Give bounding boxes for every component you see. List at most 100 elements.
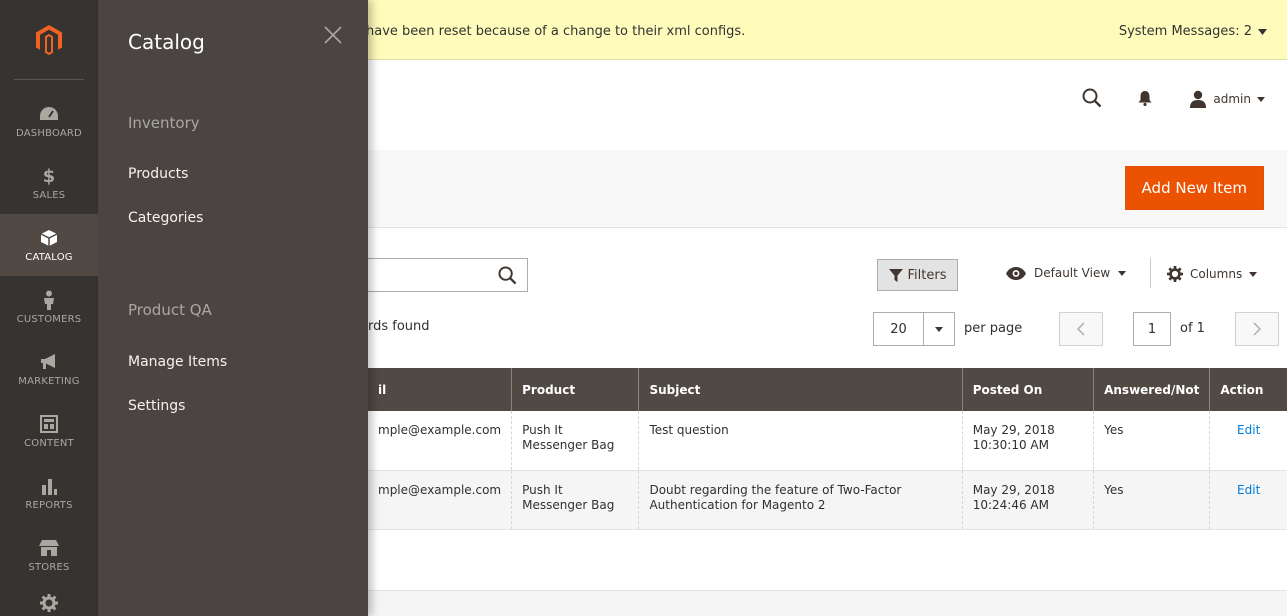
gear-icon	[1167, 266, 1183, 282]
magento-logo[interactable]	[14, 0, 84, 80]
column-header-answered[interactable]: Answered/Not	[1093, 368, 1211, 411]
nav-item-catalog[interactable]: CATALOG	[0, 214, 98, 276]
toolbar-divider	[1150, 258, 1151, 288]
page-actions-bar: Add New Item	[368, 150, 1287, 228]
next-page-button[interactable]	[1235, 312, 1279, 346]
flyout-title: Catalog	[128, 30, 205, 54]
layout-icon	[40, 413, 58, 435]
flyout-section-product-qa: Product QA	[128, 301, 212, 319]
megaphone-icon	[39, 351, 59, 373]
table-row[interactable]: mple@example.com Push It Messenger Bag D…	[368, 470, 1287, 530]
bar-chart-icon	[40, 475, 58, 497]
box-icon	[40, 227, 58, 249]
person-icon	[42, 289, 56, 311]
cell-action: Edit	[1209, 470, 1287, 530]
cell-action: Edit	[1209, 411, 1287, 471]
admin-username: admin	[1213, 92, 1251, 106]
search-icon[interactable]	[498, 266, 517, 289]
cell-subject: Test question	[638, 411, 963, 471]
column-header-email[interactable]: il	[368, 368, 513, 411]
column-header-posted-on[interactable]: Posted On	[962, 368, 1095, 411]
nav-item-marketing[interactable]: MARKETING	[0, 338, 98, 400]
nav-item-sales[interactable]: $ SALES	[0, 152, 98, 214]
column-header-subject[interactable]: Subject	[638, 368, 963, 411]
table-row[interactable]: mple@example.com Push It Messenger Bag T…	[368, 411, 1287, 471]
eye-icon	[1006, 266, 1026, 280]
filters-button[interactable]: Filters	[877, 259, 958, 291]
table-header-row: il Product Subject Posted On Answered/No…	[368, 368, 1287, 411]
global-search-icon[interactable]	[1082, 88, 1102, 112]
admin-user-menu[interactable]: admin	[1189, 90, 1265, 108]
filter-funnel-icon	[888, 268, 903, 282]
cell-answered: Yes	[1093, 411, 1211, 471]
chevron-right-icon	[1253, 322, 1261, 336]
cell-email: mple@example.com	[368, 411, 513, 471]
page-footer	[368, 590, 1287, 616]
gear-icon	[40, 592, 58, 614]
system-message-text: have been reset because of a change to t…	[366, 24, 746, 39]
column-header-product[interactable]: Product	[511, 368, 640, 411]
nav-item-customers[interactable]: CUSTOMERS	[0, 276, 98, 338]
system-messages-label: System Messages: 2	[1118, 24, 1252, 39]
nav-item-reports[interactable]: REPORTS	[0, 462, 98, 524]
cell-answered: Yes	[1093, 470, 1211, 530]
cell-subject: Doubt regarding the feature of Two-Facto…	[638, 470, 963, 530]
cell-email: mple@example.com	[368, 470, 513, 530]
system-messages-toggle[interactable]: System Messages: 2	[1119, 24, 1267, 39]
default-view-label: Default View	[1034, 266, 1111, 280]
caret-down-icon	[1258, 28, 1267, 35]
nav-label: SALES	[32, 190, 66, 201]
edit-link[interactable]: Edit	[1237, 483, 1260, 497]
catalog-flyout-menu: Catalog Inventory Products Categories Pr…	[98, 0, 368, 616]
default-view-dropdown[interactable]: Default View	[1006, 266, 1127, 280]
per-page-label: per page	[964, 321, 1023, 336]
keyword-search-input[interactable]	[368, 258, 528, 292]
posted-time: 10:24:46 AM	[972, 497, 1049, 512]
questions-grid-table: il Product Subject Posted On Answered/No…	[368, 368, 1287, 530]
nav-label: REPORTS	[25, 500, 73, 511]
filters-label: Filters	[907, 267, 947, 283]
caret-down-icon	[1257, 96, 1265, 102]
magento-logo-icon	[36, 24, 62, 55]
store-icon	[39, 537, 59, 559]
notifications-bell-icon[interactable]	[1138, 90, 1152, 110]
per-page-value: 20	[874, 313, 924, 345]
chevron-left-icon	[1077, 322, 1085, 336]
total-pages-label: of 1	[1180, 321, 1205, 336]
nav-item-stores[interactable]: STORES	[0, 524, 98, 586]
flyout-section-inventory: Inventory	[128, 114, 200, 132]
posted-date: May 29, 2018	[972, 423, 1055, 437]
flyout-link-manage-items[interactable]: Manage Items	[128, 354, 227, 370]
grid-container: Filters Default View Columns rds found 2…	[368, 228, 1287, 590]
caret-down-icon	[1118, 270, 1127, 276]
caret-down-icon[interactable]	[924, 313, 954, 345]
nav-label: CONTENT	[24, 438, 74, 449]
close-icon[interactable]	[324, 26, 344, 46]
nav-label: STORES	[28, 562, 70, 573]
posted-date: May 29, 2018	[972, 482, 1055, 497]
flyout-link-categories[interactable]: Categories	[128, 210, 203, 226]
previous-page-button[interactable]	[1059, 312, 1103, 346]
nav-label: CUSTOMERS	[16, 314, 82, 325]
per-page-select[interactable]: 20	[873, 312, 955, 346]
nav-item-system[interactable]	[0, 586, 98, 616]
columns-dropdown[interactable]: Columns	[1167, 266, 1258, 282]
records-found-count: rds found	[368, 319, 430, 334]
edit-link[interactable]: Edit	[1237, 423, 1260, 437]
dashboard-icon	[39, 103, 59, 125]
flyout-link-settings[interactable]: Settings	[128, 398, 185, 414]
caret-down-icon	[1249, 271, 1258, 277]
nav-label: DASHBOARD	[16, 128, 82, 139]
cell-product: Push It Messenger Bag	[511, 470, 640, 530]
cell-posted-on: May 29, 2018 10:30:10 AM	[962, 411, 1095, 471]
add-new-item-button[interactable]: Add New Item	[1124, 166, 1264, 210]
current-page-input[interactable]: 1	[1133, 312, 1171, 346]
dollar-icon: $	[42, 165, 56, 187]
column-header-action: Action	[1209, 368, 1287, 411]
admin-sidebar: DASHBOARD $ SALES CATALOG CUSTOMERS MARK…	[0, 0, 98, 616]
nav-item-content[interactable]: CONTENT	[0, 400, 98, 462]
nav-item-dashboard[interactable]: DASHBOARD	[0, 90, 98, 152]
columns-label: Columns	[1190, 267, 1243, 281]
flyout-link-products[interactable]: Products	[128, 166, 188, 182]
posted-time: 10:30:10 AM	[972, 438, 1049, 452]
